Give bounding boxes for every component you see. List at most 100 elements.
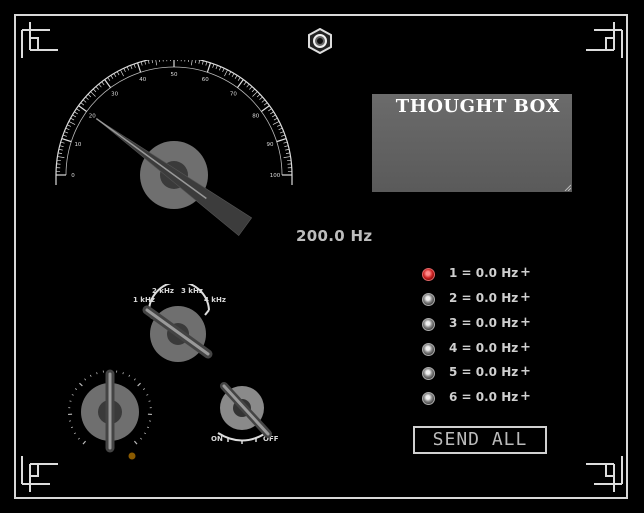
- preset-add-button[interactable]: +: [520, 389, 531, 404]
- gauge-tick: [92, 88, 97, 93]
- fine-knob-tick: [133, 440, 138, 445]
- preset-row-3[interactable]: 3 = 0.0 Hz +: [422, 315, 562, 334]
- gauge-tick: [62, 134, 67, 137]
- preset-add-button[interactable]: +: [520, 315, 531, 330]
- control-panel: 0 10 20 30 40 50 60 70 80 90 100 200.0 Hz THOUGHT …: [0, 0, 644, 513]
- fine-knob-tick: [146, 394, 149, 396]
- gauge-tick: [136, 62, 142, 73]
- gauge-tick: [107, 77, 111, 81]
- preset-indicator-icon[interactable]: [422, 318, 435, 331]
- gauge-tick: [65, 127, 70, 131]
- gauge-tick: [195, 59, 197, 64]
- preset-add-button[interactable]: +: [520, 364, 531, 379]
- gauge-tick: [70, 117, 75, 121]
- preset-row-5[interactable]: 5 = 0.0 Hz +: [422, 364, 562, 383]
- preset-label: 5 = 0.0 Hz: [449, 365, 519, 379]
- preset-label: 1 = 0.0 Hz: [449, 266, 519, 280]
- fine-tune-knob[interactable]: [58, 362, 168, 462]
- preset-indicator-icon[interactable]: [422, 343, 435, 356]
- gauge-tick: [228, 71, 232, 76]
- gauge-tick: [101, 81, 105, 86]
- gauge-tick: [80, 102, 85, 106]
- preset-row-6[interactable]: 6 = 0.0 Hz +: [422, 389, 562, 408]
- fine-knob-tick: [71, 394, 74, 396]
- gauge-tick: [234, 75, 238, 79]
- gauge-tick: [57, 156, 65, 158]
- fine-knob-tick: [146, 426, 150, 429]
- fine-knob-tick: [148, 400, 151, 402]
- gauge-tick: [215, 65, 218, 70]
- resize-grip-icon[interactable]: [563, 183, 571, 191]
- frequency-readout: 200.0 Hz: [296, 227, 373, 245]
- preset-row-4[interactable]: 4 = 0.0 Hz +: [422, 340, 562, 359]
- gauge-tick-label: 90: [267, 142, 274, 148]
- preset-indicator-icon[interactable]: [422, 268, 435, 281]
- gauge-tick: [279, 131, 284, 134]
- gauge-tick: [212, 63, 215, 68]
- gauge-dial: 0 10 20 30 40 50 60 70 80 90 100: [55, 56, 293, 237]
- gauge-tick: [283, 156, 291, 158]
- gauge-tick: [256, 93, 261, 98]
- gauge-tick: [82, 99, 87, 103]
- preset-indicator-icon[interactable]: [422, 392, 435, 405]
- gauge-tick: [259, 96, 263, 100]
- gauge-tick: [120, 69, 124, 77]
- gauge-tick: [252, 91, 258, 97]
- gauge-tick: [61, 137, 72, 143]
- preset-add-button[interactable]: +: [520, 290, 531, 305]
- gauge-tick: [113, 73, 117, 78]
- preset-add-button[interactable]: +: [520, 265, 531, 280]
- fine-knob-tick: [128, 374, 131, 377]
- preset-indicator-icon[interactable]: [422, 293, 435, 306]
- gauge-tick-label: 30: [111, 91, 118, 97]
- gauge-tick: [147, 59, 150, 64]
- preset-row-1[interactable]: 1 = 0.0 Hz +: [422, 265, 562, 284]
- gauge-tick: [95, 86, 99, 90]
- power-switch-knob[interactable]: ON OFF: [204, 378, 288, 446]
- gauge-tick: [68, 121, 76, 125]
- gauge-tick: [263, 102, 268, 106]
- gauge-tick: [130, 65, 133, 70]
- send-all-button[interactable]: SEND ALL: [413, 426, 547, 454]
- fine-knob-tick: [142, 388, 146, 390]
- gauge-tick: [110, 75, 114, 79]
- gauge-tick: [222, 68, 225, 72]
- gauge-tick-label: 40: [139, 77, 146, 83]
- gauge-tick: [187, 57, 190, 62]
- gauge-tick-label: 20: [89, 114, 96, 120]
- gauge-tick: [273, 117, 278, 121]
- gauge-tick: [224, 69, 228, 77]
- fine-knob-tick: [69, 400, 72, 402]
- gauge-tick: [64, 131, 69, 134]
- preset-label: 3 = 0.0 Hz: [449, 316, 519, 330]
- gauge-tick: [72, 114, 77, 118]
- gauge-tick: [231, 73, 235, 78]
- gauge-tick: [59, 145, 64, 147]
- gauge-tick: [206, 62, 212, 73]
- gauge-tick-label: 50: [171, 72, 178, 78]
- corner-ornament-top-right: [584, 20, 624, 60]
- thought-box-display[interactable]: THOUGHT BOX: [372, 94, 572, 192]
- preset-row-2[interactable]: 2 = 0.0 Hz +: [422, 290, 562, 309]
- gauge-tick-label: 80: [252, 114, 259, 120]
- gauge-tick: [268, 108, 272, 112]
- gauge-tick-label: 10: [74, 142, 81, 148]
- corner-ornament-top-left: [20, 20, 60, 60]
- gauge-tick: [277, 124, 281, 127]
- preset-indicator-icon[interactable]: [422, 367, 435, 380]
- gauge-tick: [284, 145, 289, 147]
- gauge-tick-label: 100: [270, 173, 281, 179]
- fine-knob-tick: [96, 372, 98, 375]
- fine-knob-tick: [79, 382, 83, 387]
- gauge-tick: [276, 137, 287, 143]
- preset-add-button[interactable]: +: [520, 340, 531, 355]
- gauge-tick: [205, 61, 208, 66]
- corner-ornament-bottom-left: [20, 454, 60, 494]
- preset-label: 2 = 0.0 Hz: [449, 291, 519, 305]
- gauge-tick-label: 0: [71, 173, 75, 179]
- fine-knob-tick: [137, 382, 141, 387]
- fine-knob-tick: [143, 432, 147, 435]
- gauge-tick: [249, 86, 253, 90]
- range-selector-knob[interactable]: 1 kHz 2 kHz 3 kHz 4 kHz: [132, 284, 232, 364]
- fine-knob-indicator-icon: [128, 452, 136, 460]
